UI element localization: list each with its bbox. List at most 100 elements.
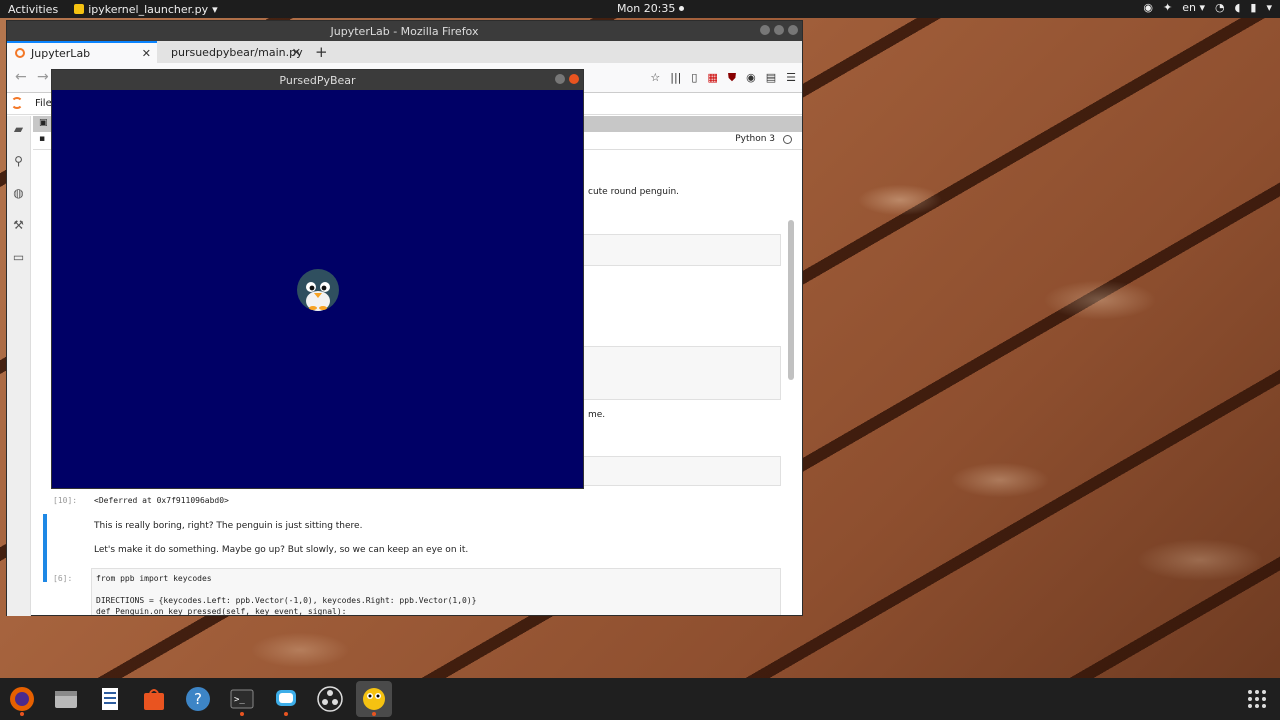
new-tab-button[interactable]: + xyxy=(307,41,337,63)
dock-help[interactable]: ? xyxy=(180,681,216,717)
chat-icon xyxy=(276,690,296,706)
mouse-cursor-icon: ⬉ xyxy=(252,486,263,500)
code-line-2: DIRECTIONS = {keycodes.Left: ppb.Vector(… xyxy=(96,596,477,605)
tab-main-py[interactable]: pursuedpybear/main.py ✕ xyxy=(157,41,307,63)
minimize-icon[interactable] xyxy=(760,25,770,35)
palette-icon[interactable]: ◍ xyxy=(13,186,23,200)
pursedpybear-titlebar[interactable]: PursedPyBear xyxy=(52,70,583,90)
output-deferred: <Deferred at 0x7f911096abd0> xyxy=(94,496,229,505)
dock-firefox[interactable] xyxy=(4,681,40,717)
game-canvas[interactable]: ⬉ xyxy=(52,90,583,500)
hamburger-menu-icon[interactable]: ☰ xyxy=(786,71,796,85)
dock-obs[interactable] xyxy=(312,681,348,717)
system-menu-chevron-icon[interactable]: ▾ xyxy=(1266,1,1272,14)
python-icon xyxy=(363,688,385,710)
code-line-3: def Penguin.on_key_pressed(self, key_eve… xyxy=(96,607,347,615)
extension-icon[interactable]: ▦ xyxy=(707,71,717,85)
tabs-icon[interactable]: ▭ xyxy=(13,250,24,264)
back-arrow-icon[interactable]: ← xyxy=(15,69,27,85)
markdown-line-1: This is really boring, right? The pengui… xyxy=(94,521,363,531)
activities-button[interactable]: Activities xyxy=(0,3,66,16)
obs-tray-icon[interactable]: ◉ xyxy=(1143,1,1153,14)
notebook-scrollbar[interactable] xyxy=(788,220,794,380)
dock-text-editor[interactable] xyxy=(92,681,128,717)
tab-close-icon[interactable]: ✕ xyxy=(142,47,151,60)
close-icon[interactable] xyxy=(788,25,798,35)
dock-chat[interactable] xyxy=(268,681,304,717)
clock[interactable]: Mon 20:35 xyxy=(617,2,685,15)
files-icon xyxy=(55,691,77,708)
dock-terminal[interactable]: >_ xyxy=(224,681,260,717)
minimize-icon[interactable] xyxy=(555,74,565,84)
jupyter-logo-icon xyxy=(11,97,23,109)
dock-software[interactable] xyxy=(136,681,172,717)
show-applications-icon[interactable] xyxy=(1248,690,1266,708)
language-label: en xyxy=(1182,1,1196,14)
save-icon[interactable]: ▪ xyxy=(39,134,45,144)
account-icon[interactable]: ◉ xyxy=(746,71,756,85)
output-prompt-10: [10]: xyxy=(53,496,78,505)
python-app-icon xyxy=(74,4,85,14)
sidebar-icon[interactable]: ▯ xyxy=(691,71,697,85)
chevron-down-icon: ▾ xyxy=(212,2,218,16)
tab-close-icon[interactable]: ✕ xyxy=(292,46,301,59)
library-icon[interactable]: ||| xyxy=(670,71,681,85)
svg-text:?: ? xyxy=(194,690,202,708)
system-tray: ◉ ✦ en ▾ ◔ ◖ ▮ ▾ xyxy=(1143,1,1272,14)
app-menu[interactable]: ipykernel_launcher.py ▾ xyxy=(66,2,218,16)
active-cell-indicator xyxy=(43,514,47,582)
svg-text:>_: >_ xyxy=(234,695,245,705)
menu-file[interactable]: File xyxy=(35,98,52,109)
firefox-icon xyxy=(10,687,34,711)
markdown-fragment-1: cute round penguin. xyxy=(588,187,680,197)
plus-icon: + xyxy=(315,43,328,61)
tab-jupyterlab[interactable]: JupyterLab ✕ xyxy=(7,41,157,63)
jupyterlab-left-sidebar: ▰ ⚲ ◍ ⚒ ▭ xyxy=(7,116,31,616)
kernel-name[interactable]: Python 3 xyxy=(735,134,775,144)
wrench-icon[interactable]: ⚒ xyxy=(13,218,24,232)
input-prompt-6: [6]: xyxy=(53,574,73,583)
notification-dot-icon xyxy=(679,6,685,11)
pursedpybear-window: PursedPyBear ⬉ xyxy=(51,69,584,500)
code-line-1: from ppb import keycodes xyxy=(96,574,212,583)
running-indicator xyxy=(20,712,24,716)
reader-icon[interactable]: ▤ xyxy=(766,71,776,85)
penguin-sprite xyxy=(297,269,339,311)
language-indicator[interactable]: en ▾ xyxy=(1182,1,1205,14)
battery-icon[interactable]: ▮ xyxy=(1250,1,1256,14)
ublock-icon[interactable]: ⛊ xyxy=(728,71,736,85)
code-cell-6[interactable]: from ppb import keycodes DIRECTIONS = {k… xyxy=(91,568,781,615)
jupyter-favicon-icon xyxy=(15,48,25,58)
notebook-icon: ▣ xyxy=(39,118,48,128)
tab-strip: JupyterLab ✕ pursuedpybear/main.py ✕ + xyxy=(7,41,802,63)
running-indicator xyxy=(284,712,288,716)
firefox-titlebar[interactable]: JupyterLab - Mozilla Firefox xyxy=(7,21,802,41)
dock: ? >_ xyxy=(0,678,1280,720)
software-icon xyxy=(144,689,164,710)
firefox-title: JupyterLab - Mozilla Firefox xyxy=(330,24,479,38)
clock-label: Mon 20:35 xyxy=(617,2,676,15)
text-editor-icon xyxy=(102,688,118,710)
running-icon[interactable]: ⚲ xyxy=(14,154,23,168)
dock-files[interactable] xyxy=(48,681,84,717)
tab-label: JupyterLab xyxy=(31,46,91,60)
app-menu-label: ipykernel_launcher.py xyxy=(88,2,209,16)
kernel-status-icon xyxy=(783,134,792,144)
markdown-line-2: Let's make it do something. Maybe go up?… xyxy=(94,545,469,555)
folder-icon[interactable]: ▰ xyxy=(14,122,23,136)
dock-python[interactable] xyxy=(356,681,392,717)
help-icon: ? xyxy=(186,687,210,711)
forward-arrow-icon[interactable]: → xyxy=(37,69,49,85)
pursedpybear-title: PursedPyBear xyxy=(279,73,356,87)
volume-icon[interactable]: ◖ xyxy=(1235,1,1241,14)
running-indicator xyxy=(372,712,376,716)
close-icon[interactable] xyxy=(569,74,579,84)
obs-icon xyxy=(317,686,343,712)
dropbox-tray-icon[interactable]: ✦ xyxy=(1163,1,1172,14)
wifi-icon[interactable]: ◔ xyxy=(1215,1,1225,14)
terminal-icon: >_ xyxy=(230,689,254,709)
top-bar: Activities ipykernel_launcher.py ▾ Mon 2… xyxy=(0,0,1280,18)
tab-label: pursuedpybear/main.py xyxy=(171,45,303,59)
bookmark-star-icon[interactable]: ☆ xyxy=(650,71,660,85)
maximize-icon[interactable] xyxy=(774,25,784,35)
